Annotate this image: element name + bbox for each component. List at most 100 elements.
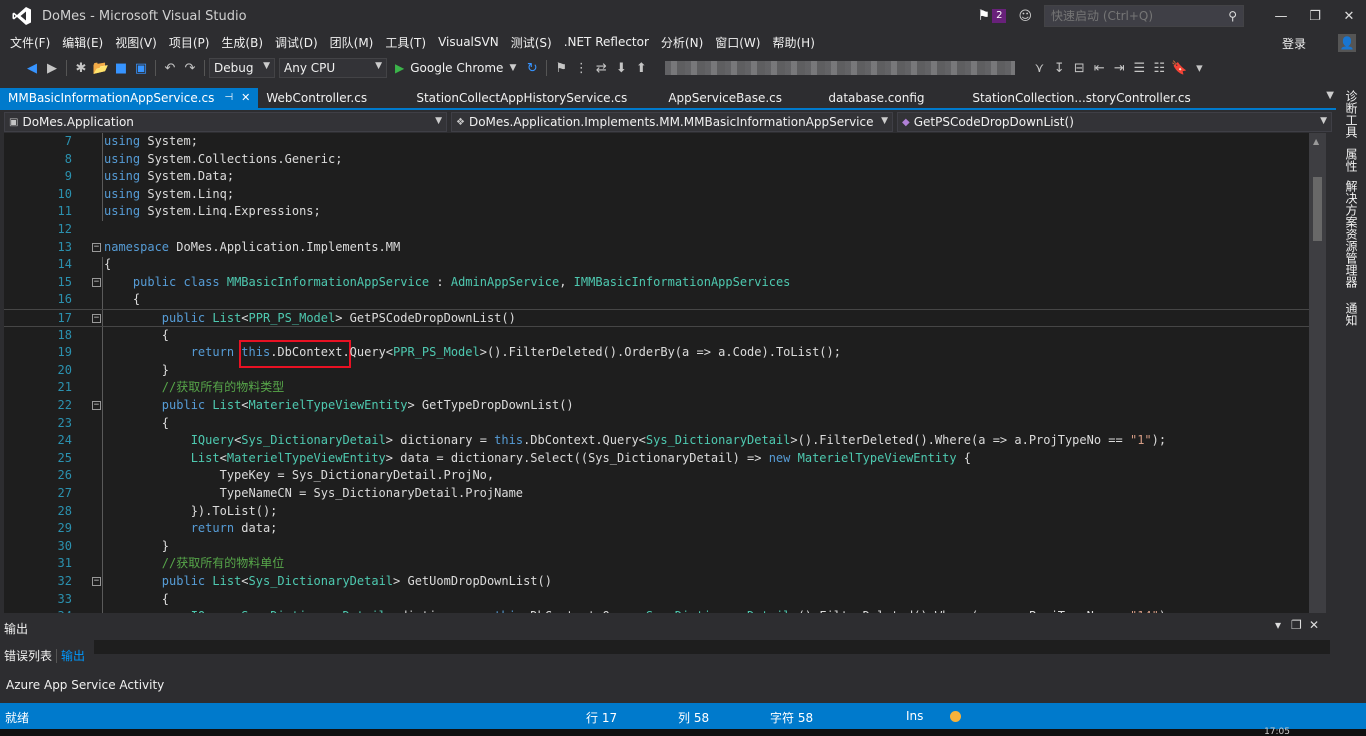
menu-visualsvn[interactable]: VisualSVN [432, 35, 505, 49]
panel-maximize-icon[interactable]: ❐ [1291, 618, 1302, 632]
uncomment-icon[interactable]: ☷ [1149, 61, 1169, 76]
menu-file[interactable]: 文件(F) [4, 34, 56, 51]
collapse-icon[interactable]: − [92, 242, 101, 252]
comment-icon[interactable]: ☰ [1129, 61, 1149, 76]
menu-analyze[interactable]: 分析(N) [655, 34, 709, 51]
code-line[interactable]: 7 using System; [4, 133, 1309, 151]
side-tab-solution-explorer[interactable]: 解决方案资源管理器 [1343, 180, 1360, 288]
browser-link-icon[interactable]: ⚑ [551, 61, 571, 76]
login-link[interactable]: 登录 [1282, 35, 1306, 52]
menu-debug[interactable]: 调试(D) [269, 34, 324, 51]
upload-icon[interactable]: ⬆ [631, 61, 651, 76]
account-avatar-icon[interactable]: 👤 [1338, 34, 1356, 52]
chevron-down-icon[interactable]: ▼ [509, 63, 516, 73]
menu-tools[interactable]: 工具(T) [379, 34, 432, 51]
toolbar-overflow-icon[interactable]: ▾ [1189, 61, 1209, 76]
member-select[interactable]: ◆ GetPSCodeDropDownList() ▼ [897, 112, 1332, 132]
code-line[interactable]: 29 return data; [4, 520, 1309, 538]
step-into-icon[interactable]: ↧ [1049, 61, 1069, 76]
tab-database-config[interactable]: database.config [820, 88, 964, 108]
tab-error-list[interactable]: 错误列表 [0, 647, 56, 665]
navigate-forward-icon[interactable]: ▶ [42, 61, 62, 76]
code-line[interactable]: 25 List<MaterielTypeViewEntity> data = d… [4, 450, 1309, 468]
code-line[interactable]: 17 − public List<PPR_PS_Model> GetPSCodeD… [4, 309, 1309, 327]
tab-appservicebase[interactable]: AppServiceBase.cs [660, 88, 820, 108]
minimize-icon[interactable]: — [1264, 9, 1298, 24]
attach-icon[interactable]: ⇄ [591, 61, 611, 76]
code-line[interactable]: 11 using System.Linq.Expressions; [4, 203, 1309, 221]
start-debugging-button[interactable]: ▶ Google Chrome ▼ [395, 61, 516, 75]
close-window-icon[interactable]: ✕ [1332, 9, 1366, 24]
indent-icon[interactable]: ⇥ [1109, 61, 1129, 76]
save-all-icon[interactable]: ▣ [131, 61, 151, 76]
type-select[interactable]: ❖ DoMes.Application.Implements.MM.MMBasi… [451, 112, 893, 132]
tab-webcontroller[interactable]: WebController.cs [258, 88, 408, 108]
code-editor[interactable]: 7 using System; 8 using System.Collections.… [4, 133, 1309, 613]
collapse-icon[interactable]: − [92, 577, 101, 586]
side-tab-diagnostic-tools[interactable]: 诊断工具 [1343, 90, 1360, 138]
code-line[interactable]: 26 TypeKey = Sys_DictionaryDetail.ProjNo… [4, 467, 1309, 485]
menu-window[interactable]: 窗口(W) [709, 34, 766, 51]
code-line[interactable]: 18 { [4, 327, 1309, 345]
feedback-icon[interactable]: ☺ [1018, 9, 1032, 24]
side-tab-notifications[interactable]: 通知 [1343, 302, 1360, 326]
navigate-back-icon[interactable]: ◀ [22, 61, 42, 76]
code-line[interactable]: 23 { [4, 415, 1309, 433]
code-line[interactable]: 12 [4, 221, 1309, 239]
search-icon[interactable]: ⚲ [1228, 9, 1237, 23]
code-line[interactable]: 20 } [4, 362, 1309, 380]
pin-icon[interactable]: ⊣ [224, 88, 233, 108]
menu-help[interactable]: 帮助(H) [766, 34, 820, 51]
outdent-icon[interactable]: ⇤ [1089, 61, 1109, 76]
notification-count-badge[interactable]: 2 [992, 9, 1007, 23]
panel-dropdown-icon[interactable]: ▾ [1275, 618, 1281, 632]
redo-icon[interactable]: ↷ [180, 61, 200, 76]
scrollbar-thumb[interactable] [1313, 177, 1322, 241]
menu-test[interactable]: 测试(S) [505, 34, 558, 51]
bookmark-icon[interactable]: 🔖 [1169, 61, 1189, 76]
maximize-icon[interactable]: ❐ [1298, 9, 1332, 24]
code-line[interactable]: 31 //获取所有的物料单位 [4, 555, 1309, 573]
menu-edit[interactable]: 编辑(E) [56, 34, 109, 51]
close-icon[interactable]: ✕ [241, 88, 250, 108]
code-line[interactable]: 16 { [4, 291, 1309, 309]
solution-platform-select[interactable]: Any CPU ▼ [279, 58, 387, 78]
project-select[interactable]: ▣ DoMes.Application ▼ [4, 112, 447, 132]
menu-view[interactable]: 视图(V) [109, 34, 163, 51]
download-icon[interactable]: ⬇ [611, 61, 631, 76]
code-line[interactable]: 27 TypeNameCN = Sys_DictionaryDetail.Pro… [4, 485, 1309, 503]
scroll-up-icon[interactable]: ▲ [1313, 137, 1319, 146]
bookmark-toggle-icon[interactable]: ⊟ [1069, 61, 1089, 76]
toolbar-options-icon[interactable]: ⋮ [571, 61, 591, 76]
notification-flag-icon[interactable]: ⚑ [978, 8, 991, 24]
tab-output[interactable]: 输出 [57, 647, 89, 665]
code-line[interactable]: 8 using System.Collections.Generic; [4, 151, 1309, 169]
menu-project[interactable]: 项目(P) [163, 34, 216, 51]
panel-close-icon[interactable]: ✕ [1309, 618, 1319, 632]
tab-stationcollectionhistorycontroller[interactable]: StationCollection...storyController.cs [964, 88, 1198, 108]
collapse-icon[interactable]: − [92, 401, 101, 410]
code-line[interactable]: 24 IQuery<Sys_DictionaryDetail> dictiona… [4, 432, 1309, 450]
tab-stationcollectapphistoryservice[interactable]: StationCollectAppHistoryService.cs [408, 88, 660, 108]
azure-app-service-activity-tab[interactable]: Azure App Service Activity [6, 678, 164, 692]
menu-build[interactable]: 生成(B) [215, 34, 269, 51]
code-line[interactable]: 33 { [4, 591, 1309, 609]
collapse-icon[interactable]: − [92, 314, 101, 323]
code-line[interactable]: 15 − public class MMBasicInformationAppSe… [4, 274, 1309, 292]
editor-vertical-scrollbar[interactable]: ▲ [1309, 133, 1326, 613]
undo-icon[interactable]: ↶ [160, 61, 180, 76]
code-line[interactable]: 22 − public List<MaterielTypeViewEntity> … [4, 397, 1309, 415]
code-line[interactable]: 9 using System.Data; [4, 168, 1309, 186]
refresh-icon[interactable]: ↻ [522, 61, 542, 76]
quick-launch-box[interactable]: ⚲ [1044, 5, 1244, 27]
collapse-icon[interactable]: − [92, 277, 101, 287]
menu-net-reflector[interactable]: .NET Reflector [558, 35, 655, 49]
solution-configuration-select[interactable]: Debug ▼ [209, 58, 275, 78]
code-line[interactable]: 13 − namespace DoMes.Application.Implement… [4, 239, 1309, 257]
new-project-icon[interactable]: ✱ [71, 61, 91, 76]
code-line[interactable]: 34 IQuery<Sys_DictionaryDetail> dictiona… [4, 608, 1309, 613]
tab-overflow-icon[interactable]: ▼ [1326, 90, 1334, 101]
code-line[interactable]: 30 } [4, 538, 1309, 556]
save-icon[interactable]: ■ [111, 61, 131, 76]
code-line[interactable]: 19 return this.DbContext.Query<PPR_PS_Mo… [4, 344, 1309, 362]
